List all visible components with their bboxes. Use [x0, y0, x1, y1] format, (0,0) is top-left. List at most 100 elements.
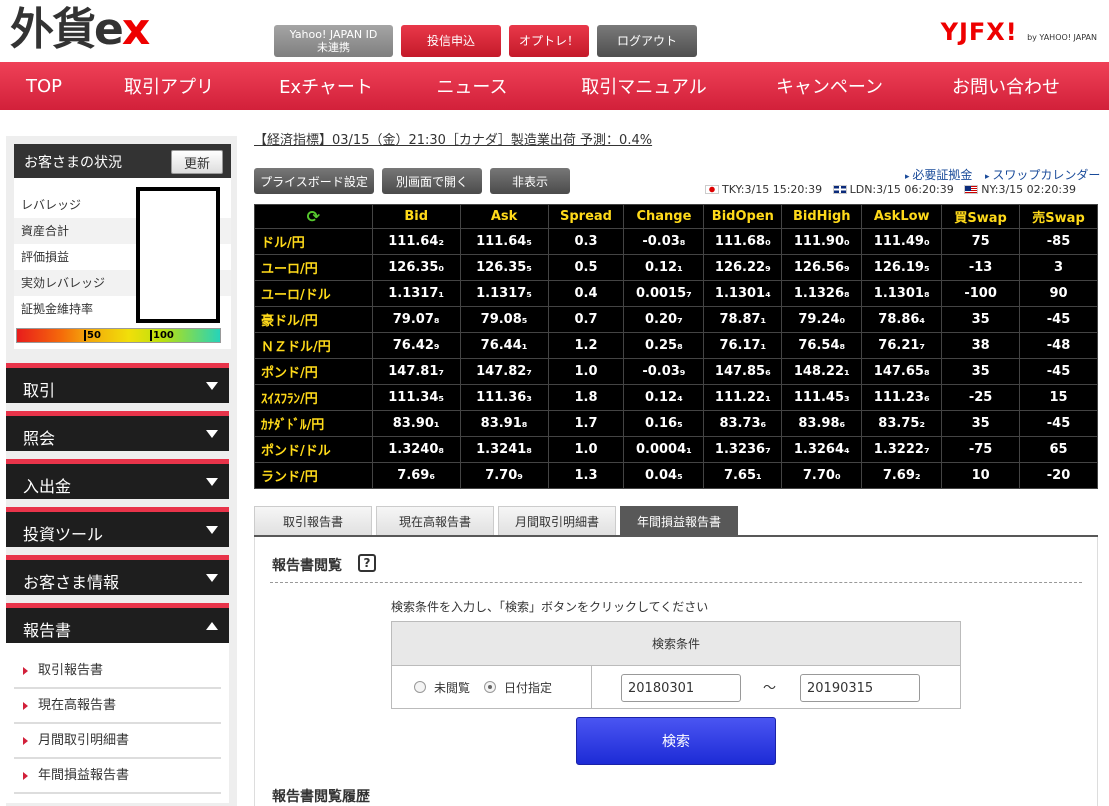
price-row[interactable]: ユーロ/ドル 1.1317₁ 1.1317₅ 0.4 0.0015₇ 1.1301₄ 1.1…	[254, 280, 1098, 307]
currency-pair[interactable]: ユーロ/ドル	[254, 280, 373, 307]
price-row[interactable]: ドル/円 111.64₂ 111.64₅ 0.3 -0.03₈ 111.68₀ 111.90…	[254, 228, 1098, 255]
cell-change: -0.03₈	[623, 228, 705, 255]
sidebar: お客さまの状況 更新 レバレッジ 資産合計 評価損益 実効レバレッジ 証拠金維持…	[6, 136, 237, 806]
cell-ask: 7.70₉	[459, 462, 549, 489]
submenu-balance-report[interactable]: 現在高報告書	[14, 690, 221, 724]
tab-balance-report[interactable]: 現在高報告書	[376, 506, 494, 536]
currency-pair[interactable]: ドル/円	[254, 228, 373, 255]
yjfx-logo-sub: by YAHOO! JAPAN	[1027, 33, 1097, 42]
submenu-trade-report[interactable]: 取引報告書	[14, 655, 221, 689]
refresh-icon[interactable]: ⟳	[307, 207, 320, 226]
logo[interactable]: 外貨ex	[10, 6, 150, 54]
cell-buy-swap: -75	[941, 436, 1021, 463]
menu-tools[interactable]: 投資ツール	[6, 507, 229, 547]
price-row[interactable]: ＮＺドル/円 76.42₉ 76.44₁ 1.2 0.25₈ 76.17₁ 76.54₈ 76…	[254, 332, 1098, 359]
cell-bidopen: 147.85₆	[703, 358, 783, 385]
submenu-monthly-statement[interactable]: 月間取引明細書	[14, 725, 221, 759]
nav-campaign[interactable]: キャンペーン	[746, 62, 913, 110]
hide-button[interactable]: 非表示	[490, 168, 570, 194]
cell-sell-swap: -45	[1019, 410, 1098, 437]
radio-date-label[interactable]: 日付指定	[504, 679, 552, 696]
menu-trade[interactable]: 取引	[6, 363, 229, 403]
refresh-rates-cell[interactable]: ⟳	[254, 204, 373, 229]
cell-bid: 7.69₆	[371, 462, 461, 489]
submenu-annual-pl-report[interactable]: 年間損益報告書	[14, 760, 221, 794]
cell-asklow: 1.1301₈	[861, 280, 943, 307]
swap-calendar-link[interactable]: スワップカレンダー	[985, 166, 1100, 183]
cell-asklow: 111.23₆	[861, 384, 943, 411]
logout-button[interactable]: ログアウト	[597, 25, 697, 57]
nav-news[interactable]: ニュース	[402, 62, 542, 110]
cell-bidopen: 76.17₁	[703, 332, 783, 359]
priceboard-settings-button[interactable]: プライスボード設定	[254, 168, 374, 194]
cell-ask: 111.64₅	[459, 228, 549, 255]
cell-change: 0.12₄	[623, 384, 705, 411]
col-bidopen: BidOpen	[703, 204, 783, 229]
currency-pair[interactable]: ユーロ/円	[254, 254, 373, 281]
cell-asklow: 78.86₄	[861, 306, 943, 333]
menu-reports[interactable]: 報告書	[6, 603, 229, 643]
optre-button[interactable]: オプトレ！	[509, 25, 589, 57]
price-row[interactable]: ランド/円 7.69₆ 7.70₉ 1.3 0.04₅ 7.65₁ 7.70₀ 7.69₂ 10…	[254, 462, 1098, 489]
yahoo-id-button[interactable]: Yahoo! JAPAN ID 未連携	[274, 25, 393, 57]
price-row[interactable]: ポンド/円 147.81₇ 147.82₇ 1.0 -0.03₉ 147.85₆ 148.2…	[254, 358, 1098, 385]
cell-bid: 83.90₁	[371, 410, 461, 437]
cell-bid: 76.42₉	[371, 332, 461, 359]
menu-deposit[interactable]: 入出金	[6, 459, 229, 499]
currency-pair[interactable]: ｶﾅﾀﾞﾄﾞﾙ/円	[254, 410, 373, 437]
yjfx-logo[interactable]: YJFX! by YAHOO! JAPAN	[941, 18, 1097, 46]
search-conditions-box: 検索条件 未閲覧 日付指定 ～	[391, 621, 961, 709]
date-from-input[interactable]	[621, 674, 741, 702]
required-margin-link[interactable]: 必要証拠金	[905, 166, 972, 183]
radio-unread[interactable]	[414, 681, 426, 693]
nav-manual[interactable]: 取引マニュアル	[542, 62, 746, 110]
currency-pair[interactable]: ポンド/ドル	[254, 436, 373, 463]
tab-monthly-statement[interactable]: 月間取引明細書	[498, 506, 616, 536]
cell-bid: 147.81₇	[371, 358, 461, 385]
currency-pair[interactable]: ｽｲｽﾌﾗﾝ/円	[254, 384, 373, 411]
account-status-title: お客さまの状況	[24, 155, 122, 171]
cell-sell-swap: 65	[1019, 436, 1098, 463]
report-view-title: 報告書閲覧	[272, 558, 342, 574]
currency-pair[interactable]: 豪ドル/円	[254, 306, 373, 333]
nav-contact[interactable]: お問い合わせ	[913, 62, 1099, 110]
date-to-input[interactable]	[800, 674, 920, 702]
chevron-down-icon	[206, 382, 218, 390]
menu-customer-info[interactable]: お客さま情報	[6, 555, 229, 595]
cell-ask: 1.1317₅	[459, 280, 549, 307]
nav-ex-chart[interactable]: Exチャート	[250, 62, 402, 110]
search-button[interactable]: 検索	[576, 717, 776, 765]
price-row[interactable]: ｶﾅﾀﾞﾄﾞﾙ/円 83.90₁ 83.91₈ 1.7 0.16₅ 83.73₆ 83.98…	[254, 410, 1098, 437]
toushin-button[interactable]: 投信申込	[401, 25, 501, 57]
refresh-button[interactable]: 更新	[171, 150, 223, 174]
cell-asklow: 7.69₂	[861, 462, 943, 489]
price-row[interactable]: ユーロ/円 126.35₀ 126.35₅ 0.5 0.12₁ 126.22₉ 126.56…	[254, 254, 1098, 281]
help-icon[interactable]: ?	[358, 554, 376, 572]
menu-inquiry-label: 照会	[23, 429, 56, 448]
price-row[interactable]: ｽｲｽﾌﾗﾝ/円 111.34₅ 111.36₃ 1.8 0.12₄ 111.22₁ 111…	[254, 384, 1098, 411]
cell-bidopen: 111.22₁	[703, 384, 783, 411]
tab-trade-report[interactable]: 取引報告書	[254, 506, 372, 536]
nav-trading-app[interactable]: 取引アプリ	[88, 62, 250, 110]
menu-tools-label: 投資ツール	[23, 525, 104, 544]
price-row[interactable]: ポンド/ドル 1.3240₈ 1.3241₈ 1.0 0.0004₁ 1.3236₇ 1.3…	[254, 436, 1098, 463]
open-separate-window-button[interactable]: 別画面で開く	[382, 168, 482, 194]
radio-unread-label[interactable]: 未閲覧	[434, 679, 470, 696]
nav-top[interactable]: TOP	[0, 62, 88, 110]
menu-inquiry[interactable]: 照会	[6, 411, 229, 451]
currency-pair[interactable]: ランド/円	[254, 462, 373, 489]
reports-submenu: 取引報告書 現在高報告書 月間取引明細書 年間損益報告書	[6, 643, 229, 803]
price-row[interactable]: 豪ドル/円 79.07₈ 79.08₅ 0.7 0.20₇ 78.87₁ 79.24₀ 78.…	[254, 306, 1098, 333]
radio-date[interactable]	[484, 681, 497, 693]
currency-pair[interactable]: ポンド/円	[254, 358, 373, 385]
news-ticker[interactable]: 【経済指標】03/15（金）21:30［カナダ］製造業出荷 予測：0.4%	[254, 129, 652, 148]
currency-pair[interactable]: ＮＺドル/円	[254, 332, 373, 359]
chevron-up-icon	[206, 622, 218, 630]
main-nav: TOP 取引アプリ Exチャート ニュース 取引マニュアル キャンペーン お問い…	[0, 62, 1109, 110]
account-status-header: お客さまの状況 更新	[14, 144, 231, 178]
tab-annual-pl-report[interactable]: 年間損益報告書	[620, 506, 738, 536]
cell-ask: 111.36₃	[459, 384, 549, 411]
price-board: ⟳ Bid Ask Spread Change BidOpen BidHigh …	[254, 204, 1098, 489]
cell-spread: 0.3	[547, 228, 625, 255]
cell-sell-swap: 90	[1019, 280, 1098, 307]
